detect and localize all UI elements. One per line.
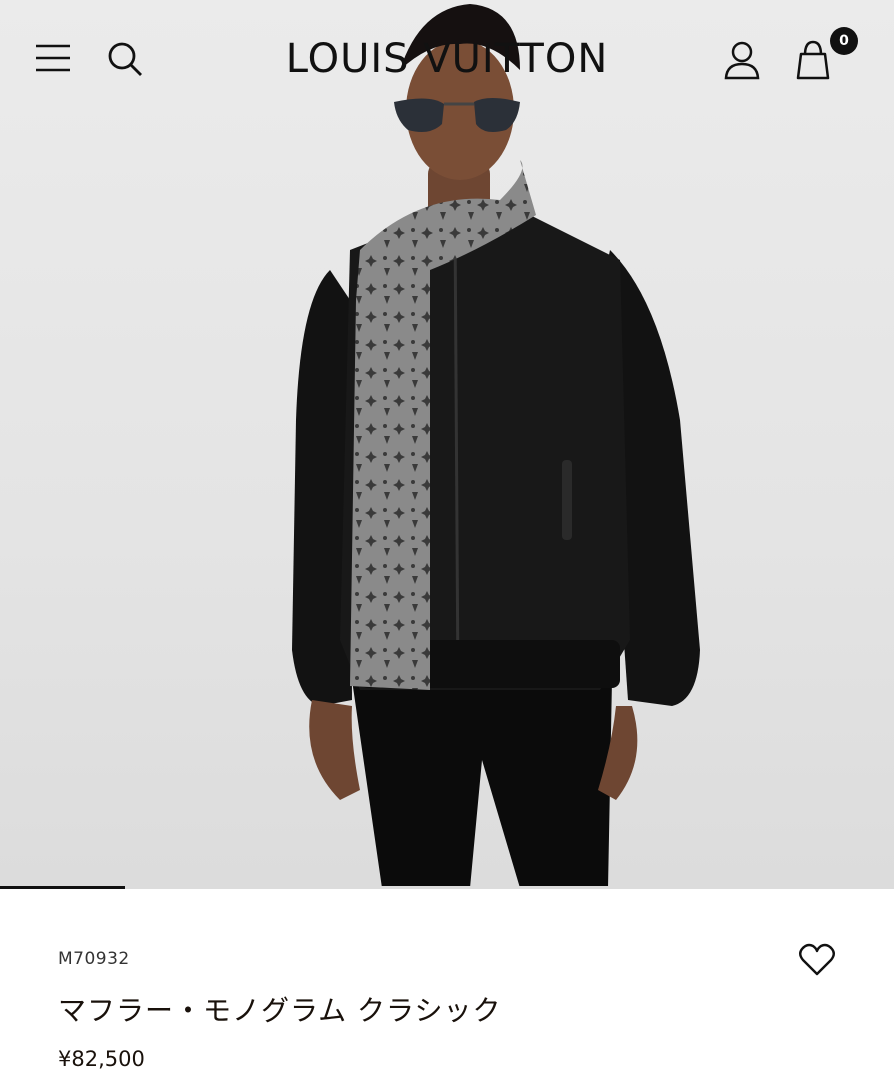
brand-logo[interactable]: LOUIS VUITTON — [272, 34, 622, 84]
search-icon — [108, 42, 142, 76]
user-icon — [724, 41, 760, 80]
model-photo — [292, 4, 700, 888]
product-image[interactable] — [0, 0, 894, 888]
menu-button[interactable] — [32, 38, 74, 78]
search-button[interactable] — [104, 38, 146, 80]
shopping-bag-button[interactable] — [790, 36, 836, 82]
bag-count-badge: 0 — [830, 27, 858, 55]
heart-icon — [799, 943, 835, 976]
product-name: マフラー・モノグラム クラシック — [58, 994, 502, 1027]
account-button[interactable] — [720, 38, 764, 82]
product-sku: M70932 — [58, 949, 130, 969]
hamburger-menu-icon — [36, 44, 70, 72]
wishlist-button[interactable] — [796, 939, 838, 981]
shopping-bag-icon — [796, 40, 830, 80]
product-info: M70932 マフラー・モノグラム クラシック ¥82,500 — [0, 889, 894, 1080]
site-header: LOUIS VUITTON 0 — [0, 0, 894, 120]
product-price: ¥82,500 — [58, 1047, 145, 1071]
